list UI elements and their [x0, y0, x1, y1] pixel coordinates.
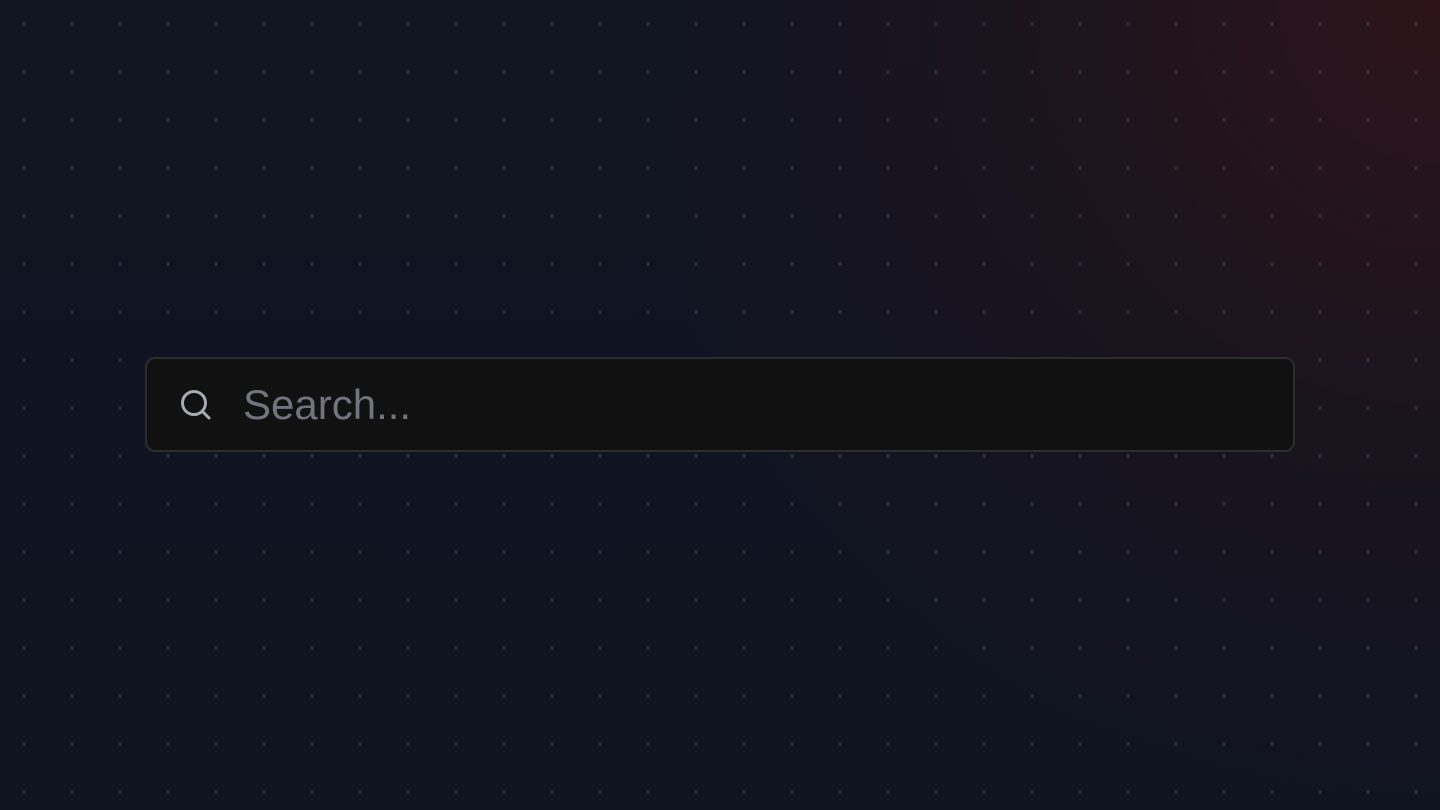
search-input[interactable] — [243, 374, 1293, 435]
search-bar[interactable] — [145, 357, 1295, 452]
search-icon — [178, 387, 214, 423]
